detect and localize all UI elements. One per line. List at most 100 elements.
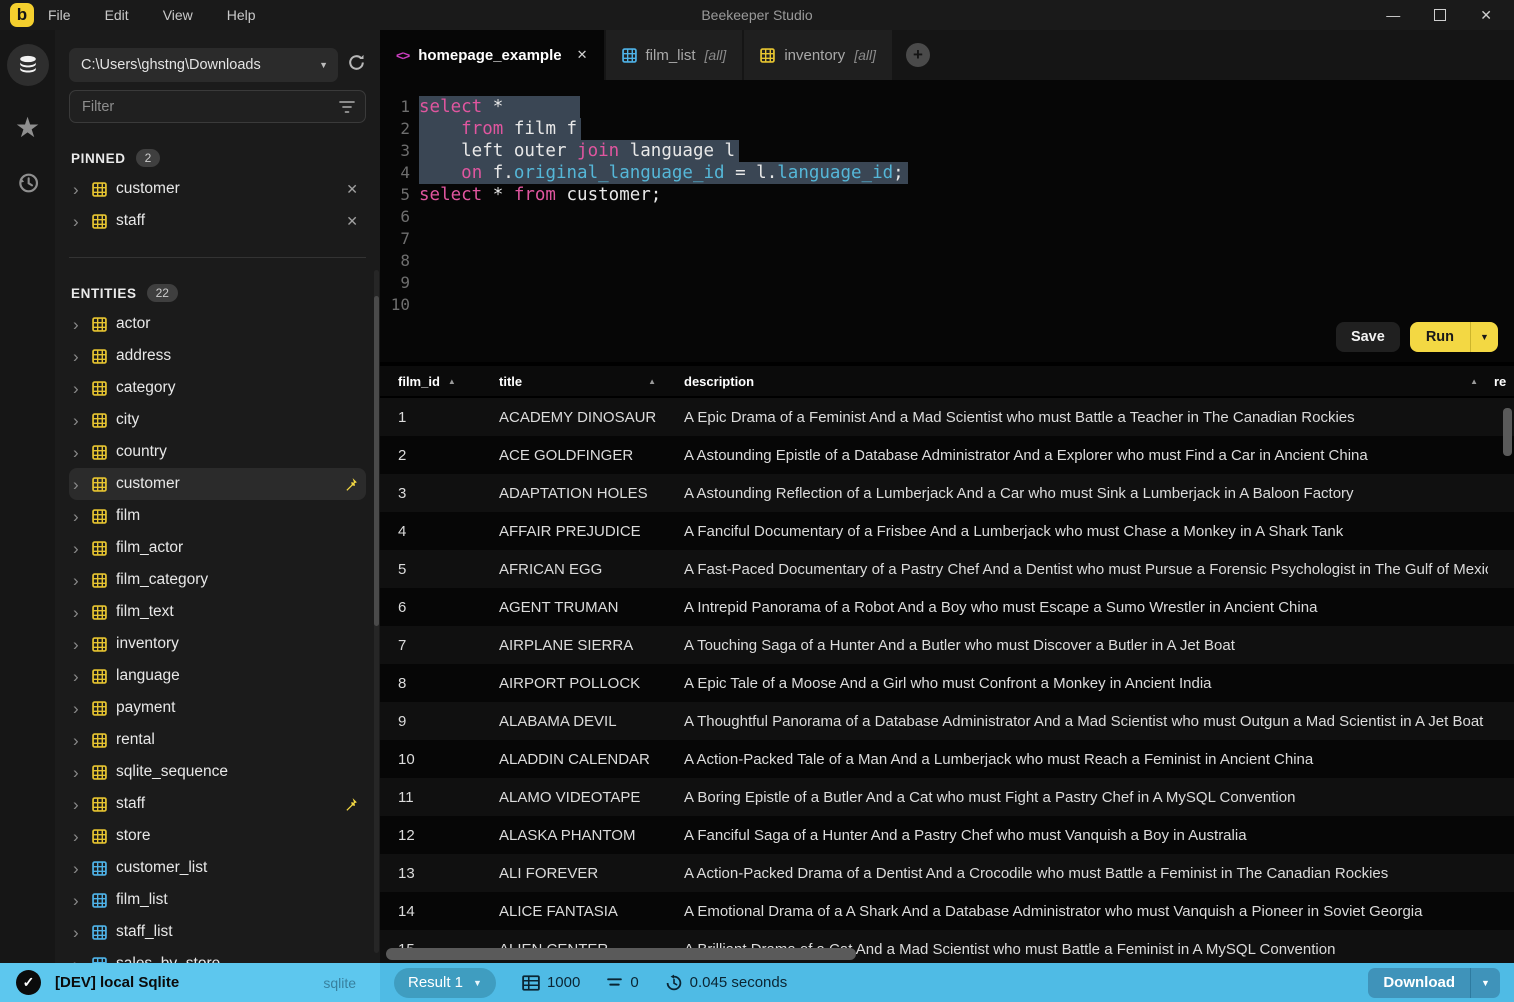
download-options-caret-icon[interactable]: ▼ [1470,967,1500,998]
results-vertical-scrollbar-thumb[interactable] [1503,408,1512,456]
sidebar-item-customer_list[interactable]: › customer_list [69,852,366,884]
sidebar-item-customer[interactable]: › customer [69,468,366,500]
close-icon[interactable]: ✕ [1480,8,1492,22]
chevron-right-icon[interactable]: › [73,828,83,845]
chevron-right-icon[interactable]: › [73,668,83,685]
pinned-item-customer[interactable]: › customer ✕ [69,173,366,205]
table-row[interactable]: 8 AIRPORT POLLOCK A Epic Tale of a Moose A… [380,664,1514,702]
sort-asc-icon[interactable]: ▲ [1470,377,1478,386]
sidebar-item-rental[interactable]: › rental [69,724,366,756]
sidebar-item-inventory[interactable]: › inventory [69,628,366,660]
run-options-caret-icon[interactable]: ▼ [1470,322,1498,352]
chevron-right-icon[interactable]: › [73,316,83,333]
sidebar-item-category[interactable]: › category [69,372,366,404]
sidebar-item-film_actor[interactable]: › film_actor [69,532,366,564]
table-row[interactable]: 11 ALAMO VIDEOTAPE A Boring Epistle of a B… [380,778,1514,816]
sidebar-item-film_list[interactable]: › film_list [69,884,366,916]
chevron-right-icon[interactable]: › [73,796,83,813]
minimize-icon[interactable]: — [1386,8,1400,22]
sidebar-item-staff[interactable]: › staff [69,788,366,820]
sidebar-item-country[interactable]: › country [69,436,366,468]
table-row[interactable]: 3 ADAPTATION HOLES A Astounding Reflection… [380,474,1514,512]
tab-homepage_example[interactable]: <> homepage_example ✕ [380,30,604,80]
chevron-right-icon[interactable]: › [73,444,83,461]
sidebar-item-film_category[interactable]: › film_category [69,564,366,596]
sql-editor[interactable]: 1 select * 2 from film f3 left outer join … [380,80,1514,366]
sidebar-item-sqlite_sequence[interactable]: › sqlite_sequence [69,756,366,788]
sidebar-item-payment[interactable]: › payment [69,692,366,724]
chevron-right-icon[interactable]: › [73,732,83,749]
menu-edit[interactable]: Edit [105,7,129,23]
database-sidebar-icon[interactable] [6,44,49,86]
column-header-film-id[interactable]: film_id ▲ [380,374,481,389]
chevron-right-icon[interactable]: › [73,860,83,877]
sort-asc-icon[interactable]: ▲ [648,377,656,386]
chevron-right-icon[interactable]: › [73,181,83,198]
table-row[interactable]: 9 ALABAMA DEVIL A Thoughtful Panorama of a… [380,702,1514,740]
save-button[interactable]: Save [1335,322,1400,352]
sidebar-item-sales_by_store[interactable]: › sales_by_store [69,948,366,963]
chevron-right-icon[interactable]: › [73,476,83,493]
table-row[interactable]: 13 ALI FOREVER A Action-Packed Drama of a … [380,854,1514,892]
table-row[interactable]: 14 ALICE FANTASIA A Emotional Drama of a A… [380,892,1514,930]
chevron-right-icon[interactable]: › [73,508,83,525]
sidebar-item-film_text[interactable]: › film_text [69,596,366,628]
sidebar-item-film[interactable]: › film [69,500,366,532]
chevron-right-icon[interactable]: › [73,700,83,717]
chevron-right-icon[interactable]: › [73,636,83,653]
sidebar-scrollbar-thumb[interactable] [374,296,379,626]
run-button[interactable]: Run ▼ [1409,322,1498,352]
new-tab-button[interactable]: + [905,43,930,67]
menu-file[interactable]: File [48,7,71,23]
chevron-right-icon[interactable]: › [73,892,83,909]
table-row[interactable]: 12 ALASKA PHANTOM A Fanciful Saga of a Hun… [380,816,1514,854]
tab-inventory[interactable]: inventory [all] [744,30,892,80]
sidebar-item-staff_list[interactable]: › staff_list [69,916,366,948]
column-header-description[interactable]: description ▲ [666,374,1488,389]
table-row[interactable]: 4 AFFAIR PREJUDICE A Fanciful Documentary … [380,512,1514,550]
table-row[interactable]: 5 AFRICAN EGG A Fast-Paced Documentary of … [380,550,1514,588]
chevron-right-icon[interactable]: › [73,348,83,365]
chevron-right-icon[interactable]: › [73,764,83,781]
sidebar-item-address[interactable]: › address [69,340,366,372]
tab-film_list[interactable]: film_list [all] [605,30,743,80]
pin-icon[interactable] [343,797,358,812]
tab-close-icon[interactable]: ✕ [577,47,588,63]
filter-input[interactable] [82,98,339,115]
table-row[interactable]: 7 AIRPLANE SIERRA A Touching Saga of a Hun… [380,626,1514,664]
result-selector[interactable]: Result 1 ▼ [394,967,496,998]
download-button-label[interactable]: Download [1368,968,1470,998]
chevron-right-icon[interactable]: › [73,924,83,941]
connection-status[interactable]: ✓ [DEV] local Sqlite sqlite [0,963,380,1002]
chevron-right-icon[interactable]: › [73,540,83,557]
pinned-item-staff[interactable]: › staff ✕ [69,205,366,237]
refresh-icon[interactable] [347,53,366,77]
table-row[interactable]: 6 AGENT TRUMAN A Intrepid Panorama of a Ro… [380,588,1514,626]
chevron-right-icon[interactable]: › [73,572,83,589]
sidebar-scrollbar[interactable] [374,270,379,953]
favorites-star-icon[interactable]: ★ [15,114,40,142]
connection-dropdown[interactable]: C:\Users\ghstng\Downloads ▼ [69,48,338,82]
results-horizontal-scrollbar-thumb[interactable] [386,948,856,960]
run-button-label[interactable]: Run [1410,322,1470,352]
unpin-button[interactable]: ✕ [346,213,358,230]
column-header-partial[interactable]: re [1488,374,1514,389]
table-row[interactable]: 2 ACE GOLDFINGER A Astounding Epistle of a… [380,436,1514,474]
download-button[interactable]: Download ▼ [1368,967,1500,998]
chevron-right-icon[interactable]: › [73,412,83,429]
menu-view[interactable]: View [163,7,193,23]
sidebar-item-language[interactable]: › language [69,660,366,692]
unpin-button[interactable]: ✕ [346,181,358,198]
sort-asc-icon[interactable]: ▲ [448,377,456,386]
chevron-right-icon[interactable]: › [73,213,83,230]
table-row[interactable]: 1 ACADEMY DINOSAUR A Epic Drama of a Femin… [380,398,1514,436]
table-row[interactable]: 10 ALADDIN CALENDAR A Action-Packed Tale o… [380,740,1514,778]
chevron-right-icon[interactable]: › [73,380,83,397]
sidebar-item-city[interactable]: › city [69,404,366,436]
sidebar-item-actor[interactable]: › actor [69,308,366,340]
menu-help[interactable]: Help [227,7,256,23]
pin-icon[interactable] [343,477,358,492]
sidebar-item-store[interactable]: › store [69,820,366,852]
column-header-title[interactable]: title ▲ [481,374,666,389]
history-icon[interactable] [15,170,41,201]
